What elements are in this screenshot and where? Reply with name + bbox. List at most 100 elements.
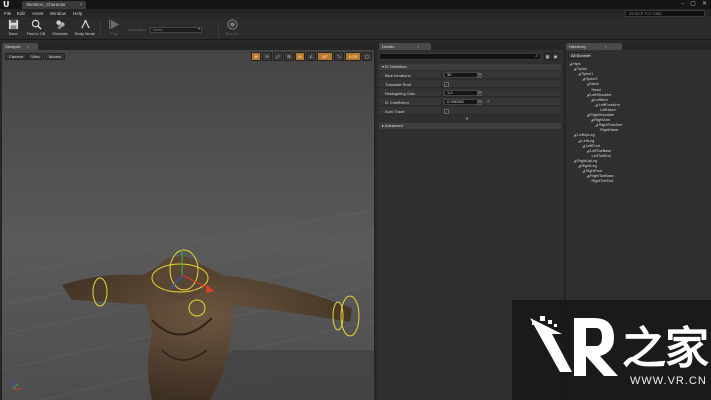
tree-arrow-icon[interactable]: ◢ [586, 149, 589, 153]
record-button[interactable]: Record [221, 19, 243, 39]
menu-file[interactable]: File [4, 11, 11, 16]
find-in-cb-button[interactable]: Find in CB [25, 19, 47, 39]
bone-label: LeftToeBase [590, 148, 612, 153]
toolbar-separator [100, 21, 101, 37]
rotate-tool-icon[interactable]: ⟳ [262, 52, 272, 61]
tree-arrow-icon[interactable]: ◢ [591, 98, 594, 102]
close-window-button[interactable]: ✕ [702, 0, 707, 7]
document-tab-label: Skeleton_Character [26, 2, 66, 7]
close-icon[interactable]: ✕ [27, 44, 30, 49]
modes-button[interactable]: Modes [45, 53, 66, 60]
grid-view-icon[interactable]: ▦ [544, 53, 551, 60]
bone-label: RightLeg [581, 164, 597, 168]
menu-edit[interactable]: Edit [17, 11, 25, 16]
column-divider[interactable] [441, 71, 442, 79]
unreal-logo-icon: U [3, 0, 10, 9]
bone-label: RightForeArm [598, 123, 623, 128]
section-ik-definition[interactable]: ▾ IK Definition [379, 64, 561, 70]
angle-snap-value[interactable]: 10° [317, 52, 333, 61]
translate-root-checkbox[interactable]: ✓ [444, 81, 449, 87]
translate-tool-icon[interactable]: ⊕ [251, 52, 261, 61]
eye-icon[interactable]: ◉ [552, 53, 559, 60]
show-advanced-arrow-icon[interactable]: ▼ [465, 116, 469, 121]
retargeting-gain-field[interactable]: 1.0 [444, 90, 480, 96]
body-mode-button[interactable]: Body Mode [74, 19, 96, 39]
tab-details[interactable]: Details ✕ [379, 43, 431, 50]
details-search-input[interactable]: ⌕ [379, 53, 541, 60]
3d-viewport[interactable]: Camera View Modes ⊕ ⟳ ⤢ ⊞ 10 ∠ 10° ⤡ 0.2… [2, 50, 374, 400]
scale-snap-value[interactable]: 0.25 [345, 52, 361, 61]
section-advanced[interactable]: ▸ Advanced [379, 123, 561, 129]
close-icon[interactable]: ✕ [604, 44, 607, 49]
tree-arrow-icon[interactable]: ◢ [578, 139, 581, 143]
tree-arrow-icon[interactable]: ◢ [578, 72, 581, 76]
world-space-icon[interactable]: ⊞ [284, 52, 294, 61]
tree-arrow-icon[interactable]: ◢ [586, 113, 589, 117]
prop-label: Retargeting Gain [385, 90, 416, 96]
tree-arrow-icon[interactable]: ◢ [573, 67, 576, 71]
bone-item[interactable]: RightHand [599, 128, 618, 133]
column-divider[interactable] [441, 107, 442, 115]
angle-snap-icon[interactable]: ∠ [306, 52, 316, 61]
grid-snap-value[interactable]: 10 [295, 52, 305, 61]
bone-label: LeftToeEnd [591, 153, 611, 158]
minimize-button[interactable]: – [681, 0, 684, 7]
tab-details-label: Details [382, 44, 395, 49]
reset-icon[interactable]: ↶ [487, 99, 490, 104]
menu-window[interactable]: Window [50, 11, 66, 16]
section-ik-definition-label: IK Definition [385, 64, 407, 69]
bones-filter-dropdown[interactable]: All Bones▾ [568, 52, 594, 59]
prop-row: Auto Trace ✓ [379, 107, 561, 115]
save-button[interactable]: Save [2, 19, 24, 39]
maximize-button[interactable]: ▢ [690, 0, 696, 7]
view-button[interactable]: View [27, 53, 44, 60]
axis-indicator-icon [12, 380, 22, 390]
bone-label: RightHand [600, 128, 619, 133]
camera-button[interactable]: Camera [5, 53, 28, 60]
simulate-icon [55, 20, 65, 30]
help-search-input[interactable]: Search For Help [625, 10, 705, 17]
ik-coefficient-field[interactable]: 0.096150 [444, 99, 480, 105]
tree-arrow-icon[interactable]: ◢ [582, 77, 585, 81]
tree-arrow-icon[interactable]: ◢ [569, 62, 572, 66]
tree-arrow-icon[interactable]: ◢ [578, 164, 581, 168]
tree-arrow-icon[interactable]: ◢ [582, 144, 585, 148]
close-icon[interactable]: ✕ [416, 44, 419, 49]
bone-label: RightArm [594, 118, 611, 123]
close-icon[interactable]: ✕ [79, 2, 83, 8]
tree-arrow-icon[interactable]: ◢ [573, 133, 576, 137]
auto-trace-checkbox[interactable]: ✓ [444, 108, 449, 114]
menu-help[interactable]: Help [73, 11, 82, 16]
document-tab[interactable]: Skeleton_Character ✕ [22, 1, 86, 9]
tree-arrow-icon[interactable]: ◢ [595, 103, 598, 107]
bone-label: Hips [572, 62, 581, 66]
animation-select[interactable]: None [150, 27, 202, 33]
tree-arrow-icon[interactable]: ◢ [586, 82, 589, 86]
window-controls: – ▢ ✕ [681, 0, 707, 7]
simulate-button[interactable]: Simulate [49, 19, 71, 39]
scale-tool-icon[interactable]: ⤢ [273, 52, 283, 61]
tree-arrow-icon[interactable]: ◢ [582, 169, 585, 173]
menu-asset[interactable]: Asset [32, 11, 43, 16]
spinner-icon[interactable]: ↗ [477, 99, 482, 105]
scale-snap-icon[interactable]: ⤡ [334, 52, 344, 61]
prop-row: Blue Iterations 30 ↗ [379, 71, 561, 79]
spinner-icon[interactable]: ↗ [477, 72, 482, 78]
column-divider[interactable] [441, 80, 442, 88]
tab-viewport[interactable]: Viewport ✕ [2, 43, 38, 50]
play-button[interactable]: Play [103, 19, 125, 39]
tree-arrow-icon[interactable]: ◢ [591, 118, 594, 122]
tab-hierarchy[interactable]: Hierarchy ✕ [566, 43, 622, 50]
blue-iterations-field[interactable]: 30 [444, 72, 480, 78]
bone-item[interactable]: RightToeEnd [591, 179, 614, 184]
tree-arrow-icon[interactable]: ◢ [586, 93, 589, 97]
column-divider[interactable] [441, 98, 442, 106]
column-divider[interactable] [441, 89, 442, 97]
tree-arrow-icon[interactable]: ◢ [586, 174, 589, 178]
tree-arrow-icon[interactable]: ◢ [573, 159, 576, 163]
viewport-scene [2, 50, 374, 400]
tree-arrow-icon[interactable]: ◢ [595, 123, 598, 127]
spinner-icon[interactable]: ↗ [477, 90, 482, 96]
simulate-label: Simulate [52, 31, 68, 36]
maximize-viewport-icon[interactable]: ▢ [362, 52, 372, 61]
